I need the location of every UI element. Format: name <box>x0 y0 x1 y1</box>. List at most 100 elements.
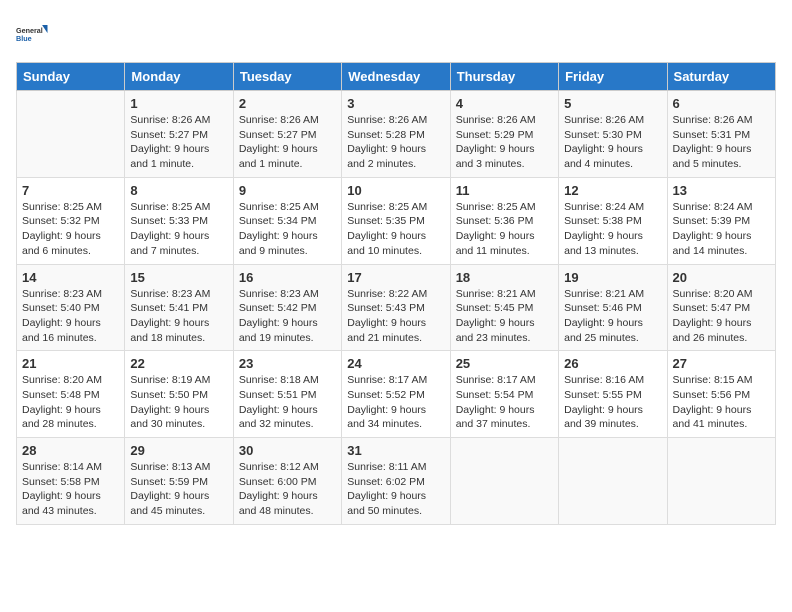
day-number: 7 <box>22 183 119 198</box>
calendar-cell: 31 Sunrise: 8:11 AM Sunset: 6:02 PM Dayli… <box>342 438 450 525</box>
calendar-cell: 13 Sunrise: 8:24 AM Sunset: 5:39 PM Dayli… <box>667 177 775 264</box>
cell-info: Sunrise: 8:25 AM Sunset: 5:33 PM Dayligh… <box>130 200 227 259</box>
day-number: 19 <box>564 270 661 285</box>
day-number: 21 <box>22 356 119 371</box>
day-number: 26 <box>564 356 661 371</box>
cell-info: Sunrise: 8:26 AM Sunset: 5:27 PM Dayligh… <box>130 113 227 172</box>
calendar-week-3: 14 Sunrise: 8:23 AM Sunset: 5:40 PM Dayli… <box>17 264 776 351</box>
day-number: 14 <box>22 270 119 285</box>
day-number: 27 <box>673 356 770 371</box>
cell-info: Sunrise: 8:12 AM Sunset: 6:00 PM Dayligh… <box>239 460 336 519</box>
cell-info: Sunrise: 8:26 AM Sunset: 5:30 PM Dayligh… <box>564 113 661 172</box>
cell-info: Sunrise: 8:26 AM Sunset: 5:28 PM Dayligh… <box>347 113 444 172</box>
day-number: 6 <box>673 96 770 111</box>
calendar-cell: 4 Sunrise: 8:26 AM Sunset: 5:29 PM Daylig… <box>450 91 558 178</box>
calendar-cell: 2 Sunrise: 8:26 AM Sunset: 5:27 PM Daylig… <box>233 91 341 178</box>
calendar-cell: 9 Sunrise: 8:25 AM Sunset: 5:34 PM Daylig… <box>233 177 341 264</box>
cell-info: Sunrise: 8:19 AM Sunset: 5:50 PM Dayligh… <box>130 373 227 432</box>
weekday-header-saturday: Saturday <box>667 63 775 91</box>
day-number: 30 <box>239 443 336 458</box>
day-number: 10 <box>347 183 444 198</box>
calendar-week-2: 7 Sunrise: 8:25 AM Sunset: 5:32 PM Daylig… <box>17 177 776 264</box>
cell-info: Sunrise: 8:20 AM Sunset: 5:48 PM Dayligh… <box>22 373 119 432</box>
cell-info: Sunrise: 8:16 AM Sunset: 5:55 PM Dayligh… <box>564 373 661 432</box>
calendar-cell: 30 Sunrise: 8:12 AM Sunset: 6:00 PM Dayli… <box>233 438 341 525</box>
calendar-cell: 3 Sunrise: 8:26 AM Sunset: 5:28 PM Daylig… <box>342 91 450 178</box>
day-number: 2 <box>239 96 336 111</box>
logo-icon: GeneralBlue <box>16 16 52 52</box>
day-number: 9 <box>239 183 336 198</box>
cell-info: Sunrise: 8:25 AM Sunset: 5:36 PM Dayligh… <box>456 200 553 259</box>
calendar-cell: 22 Sunrise: 8:19 AM Sunset: 5:50 PM Dayli… <box>125 351 233 438</box>
calendar-cell: 18 Sunrise: 8:21 AM Sunset: 5:45 PM Dayli… <box>450 264 558 351</box>
weekday-header-monday: Monday <box>125 63 233 91</box>
page-header: GeneralBlue <box>16 16 776 52</box>
calendar-cell: 16 Sunrise: 8:23 AM Sunset: 5:42 PM Dayli… <box>233 264 341 351</box>
calendar-cell: 10 Sunrise: 8:25 AM Sunset: 5:35 PM Dayli… <box>342 177 450 264</box>
calendar-cell: 6 Sunrise: 8:26 AM Sunset: 5:31 PM Daylig… <box>667 91 775 178</box>
calendar-cell: 29 Sunrise: 8:13 AM Sunset: 5:59 PM Dayli… <box>125 438 233 525</box>
calendar-cell: 20Sunrise: 8:20 AM Sunset: 5:47 PM Dayli… <box>667 264 775 351</box>
weekday-header-tuesday: Tuesday <box>233 63 341 91</box>
weekday-header-sunday: Sunday <box>17 63 125 91</box>
cell-info: Sunrise: 8:25 AM Sunset: 5:35 PM Dayligh… <box>347 200 444 259</box>
cell-info: Sunrise: 8:26 AM Sunset: 5:29 PM Dayligh… <box>456 113 553 172</box>
day-number: 31 <box>347 443 444 458</box>
cell-info: Sunrise: 8:23 AM Sunset: 5:42 PM Dayligh… <box>239 287 336 346</box>
day-number: 22 <box>130 356 227 371</box>
day-number: 15 <box>130 270 227 285</box>
calendar-cell <box>450 438 558 525</box>
day-number: 11 <box>456 183 553 198</box>
day-number: 23 <box>239 356 336 371</box>
day-number: 20 <box>673 270 770 285</box>
day-number: 16 <box>239 270 336 285</box>
cell-info: Sunrise: 8:21 AM Sunset: 5:45 PM Dayligh… <box>456 287 553 346</box>
calendar-week-5: 28 Sunrise: 8:14 AM Sunset: 5:58 PM Dayli… <box>17 438 776 525</box>
cell-info: Sunrise: 8:24 AM Sunset: 5:39 PM Dayligh… <box>673 200 770 259</box>
cell-info: Sunrise: 8:14 AM Sunset: 5:58 PM Dayligh… <box>22 460 119 519</box>
day-number: 4 <box>456 96 553 111</box>
cell-info: Sunrise: 8:25 AM Sunset: 5:32 PM Dayligh… <box>22 200 119 259</box>
calendar-week-1: 1 Sunrise: 8:26 AM Sunset: 5:27 PM Daylig… <box>17 91 776 178</box>
cell-info: Sunrise: 8:18 AM Sunset: 5:51 PM Dayligh… <box>239 373 336 432</box>
cell-info: Sunrise: 8:11 AM Sunset: 6:02 PM Dayligh… <box>347 460 444 519</box>
calendar-cell: 25Sunrise: 8:17 AM Sunset: 5:54 PM Dayli… <box>450 351 558 438</box>
day-number: 13 <box>673 183 770 198</box>
day-number: 28 <box>22 443 119 458</box>
day-number: 18 <box>456 270 553 285</box>
calendar-cell: 7 Sunrise: 8:25 AM Sunset: 5:32 PM Daylig… <box>17 177 125 264</box>
cell-info: Sunrise: 8:26 AM Sunset: 5:27 PM Dayligh… <box>239 113 336 172</box>
cell-info: Sunrise: 8:25 AM Sunset: 5:34 PM Dayligh… <box>239 200 336 259</box>
day-number: 5 <box>564 96 661 111</box>
day-number: 25 <box>456 356 553 371</box>
cell-info: Sunrise: 8:23 AM Sunset: 5:41 PM Dayligh… <box>130 287 227 346</box>
day-number: 29 <box>130 443 227 458</box>
calendar-cell: 12 Sunrise: 8:24 AM Sunset: 5:38 PM Dayli… <box>559 177 667 264</box>
calendar-cell: 17Sunrise: 8:22 AM Sunset: 5:43 PM Dayli… <box>342 264 450 351</box>
cell-info: Sunrise: 8:21 AM Sunset: 5:46 PM Dayligh… <box>564 287 661 346</box>
cell-info: Sunrise: 8:24 AM Sunset: 5:38 PM Dayligh… <box>564 200 661 259</box>
calendar-cell: 26 Sunrise: 8:16 AM Sunset: 5:55 PM Dayli… <box>559 351 667 438</box>
calendar-week-4: 21 Sunrise: 8:20 AM Sunset: 5:48 PM Dayli… <box>17 351 776 438</box>
cell-info: Sunrise: 8:23 AM Sunset: 5:40 PM Dayligh… <box>22 287 119 346</box>
weekday-header-thursday: Thursday <box>450 63 558 91</box>
day-number: 12 <box>564 183 661 198</box>
day-number: 1 <box>130 96 227 111</box>
calendar-cell <box>667 438 775 525</box>
cell-info: Sunrise: 8:26 AM Sunset: 5:31 PM Dayligh… <box>673 113 770 172</box>
calendar-cell: 27 Sunrise: 8:15 AM Sunset: 5:56 PM Dayli… <box>667 351 775 438</box>
calendar-cell: 8 Sunrise: 8:25 AM Sunset: 5:33 PM Daylig… <box>125 177 233 264</box>
calendar-cell: 21 Sunrise: 8:20 AM Sunset: 5:48 PM Dayli… <box>17 351 125 438</box>
day-number: 3 <box>347 96 444 111</box>
calendar-table: SundayMondayTuesdayWednesdayThursdayFrid… <box>16 62 776 525</box>
cell-info: Sunrise: 8:15 AM Sunset: 5:56 PM Dayligh… <box>673 373 770 432</box>
cell-info: Sunrise: 8:13 AM Sunset: 5:59 PM Dayligh… <box>130 460 227 519</box>
weekday-header-wednesday: Wednesday <box>342 63 450 91</box>
day-number: 24 <box>347 356 444 371</box>
calendar-cell: 11 Sunrise: 8:25 AM Sunset: 5:36 PM Dayli… <box>450 177 558 264</box>
calendar-cell: 1 Sunrise: 8:26 AM Sunset: 5:27 PM Daylig… <box>125 91 233 178</box>
day-number: 17 <box>347 270 444 285</box>
svg-text:Blue: Blue <box>16 34 32 43</box>
day-number: 8 <box>130 183 227 198</box>
calendar-cell: 14 Sunrise: 8:23 AM Sunset: 5:40 PM Dayli… <box>17 264 125 351</box>
